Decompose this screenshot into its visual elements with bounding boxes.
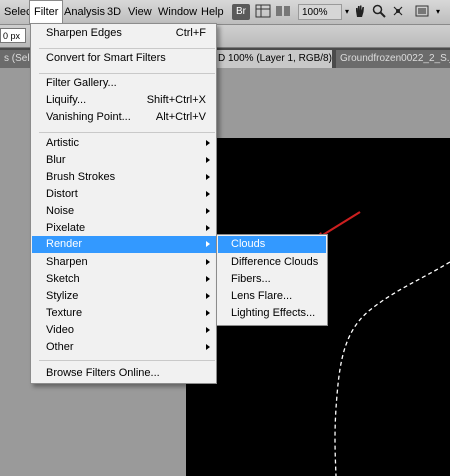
render-submenu: Clouds Difference Clouds Fibers... Lens … [216, 234, 328, 326]
submenu-arrow-icon [206, 157, 210, 163]
submenu-arrow-icon [206, 327, 210, 333]
menu-item-browse-filters-online[interactable]: Browse Filters Online... [32, 365, 216, 382]
menu-item-distort[interactable]: Distort [32, 186, 216, 203]
menu-item-sharpen-edges[interactable]: Sharpen Edges Ctrl+F [32, 25, 216, 42]
submenu-item-difference-clouds[interactable]: Difference Clouds [218, 254, 326, 271]
menu-item-vanishing-point[interactable]: Vanishing Point... Alt+Ctrl+V [32, 109, 216, 126]
submenu-arrow-icon [206, 241, 210, 247]
menu-item-brush-strokes[interactable]: Brush Strokes [32, 169, 216, 186]
submenu-item-fibers[interactable]: Fibers... [218, 271, 326, 288]
menu-separator [39, 73, 215, 74]
submenu-arrow-icon [206, 293, 210, 299]
menu-item-video[interactable]: Video [32, 322, 216, 339]
submenu-arrow-icon [206, 344, 210, 350]
menu-separator [39, 48, 215, 49]
menu-item-texture[interactable]: Texture [32, 305, 216, 322]
menu-item-pixelate[interactable]: Pixelate [32, 220, 216, 237]
menu-item-stylize[interactable]: Stylize [32, 288, 216, 305]
submenu-item-lighting-effects[interactable]: Lighting Effects... [218, 305, 326, 322]
menu-item-noise[interactable]: Noise [32, 203, 216, 220]
menu-item-blur[interactable]: Blur [32, 152, 216, 169]
selection-marquee [334, 261, 450, 476]
submenu-arrow-icon [206, 259, 210, 265]
menu-item-sharpen[interactable]: Sharpen [32, 254, 216, 271]
menu-item-filter-gallery[interactable]: Filter Gallery... [32, 75, 216, 92]
submenu-arrow-icon [206, 225, 210, 231]
menu-item-sketch[interactable]: Sketch [32, 271, 216, 288]
menu-item-other[interactable]: Other [32, 339, 216, 356]
submenu-arrow-icon [206, 310, 210, 316]
menu-item-artistic[interactable]: Artistic [32, 135, 216, 152]
submenu-item-clouds[interactable]: Clouds [218, 236, 326, 253]
menu-item-convert-smart-filters[interactable]: Convert for Smart Filters [32, 50, 216, 67]
submenu-arrow-icon [206, 174, 210, 180]
menu-item-liquify[interactable]: Liquify... Shift+Ctrl+X [32, 92, 216, 109]
submenu-arrow-icon [206, 208, 210, 214]
submenu-item-lens-flare[interactable]: Lens Flare... [218, 288, 326, 305]
menu-item-render[interactable]: Render [32, 236, 216, 253]
menu-separator [39, 360, 215, 361]
submenu-arrow-icon [206, 191, 210, 197]
menu-separator [39, 132, 215, 133]
submenu-arrow-icon [206, 276, 210, 282]
filter-menu: Sharpen Edges Ctrl+F Convert for Smart Fi… [30, 23, 217, 384]
submenu-arrow-icon [206, 140, 210, 146]
